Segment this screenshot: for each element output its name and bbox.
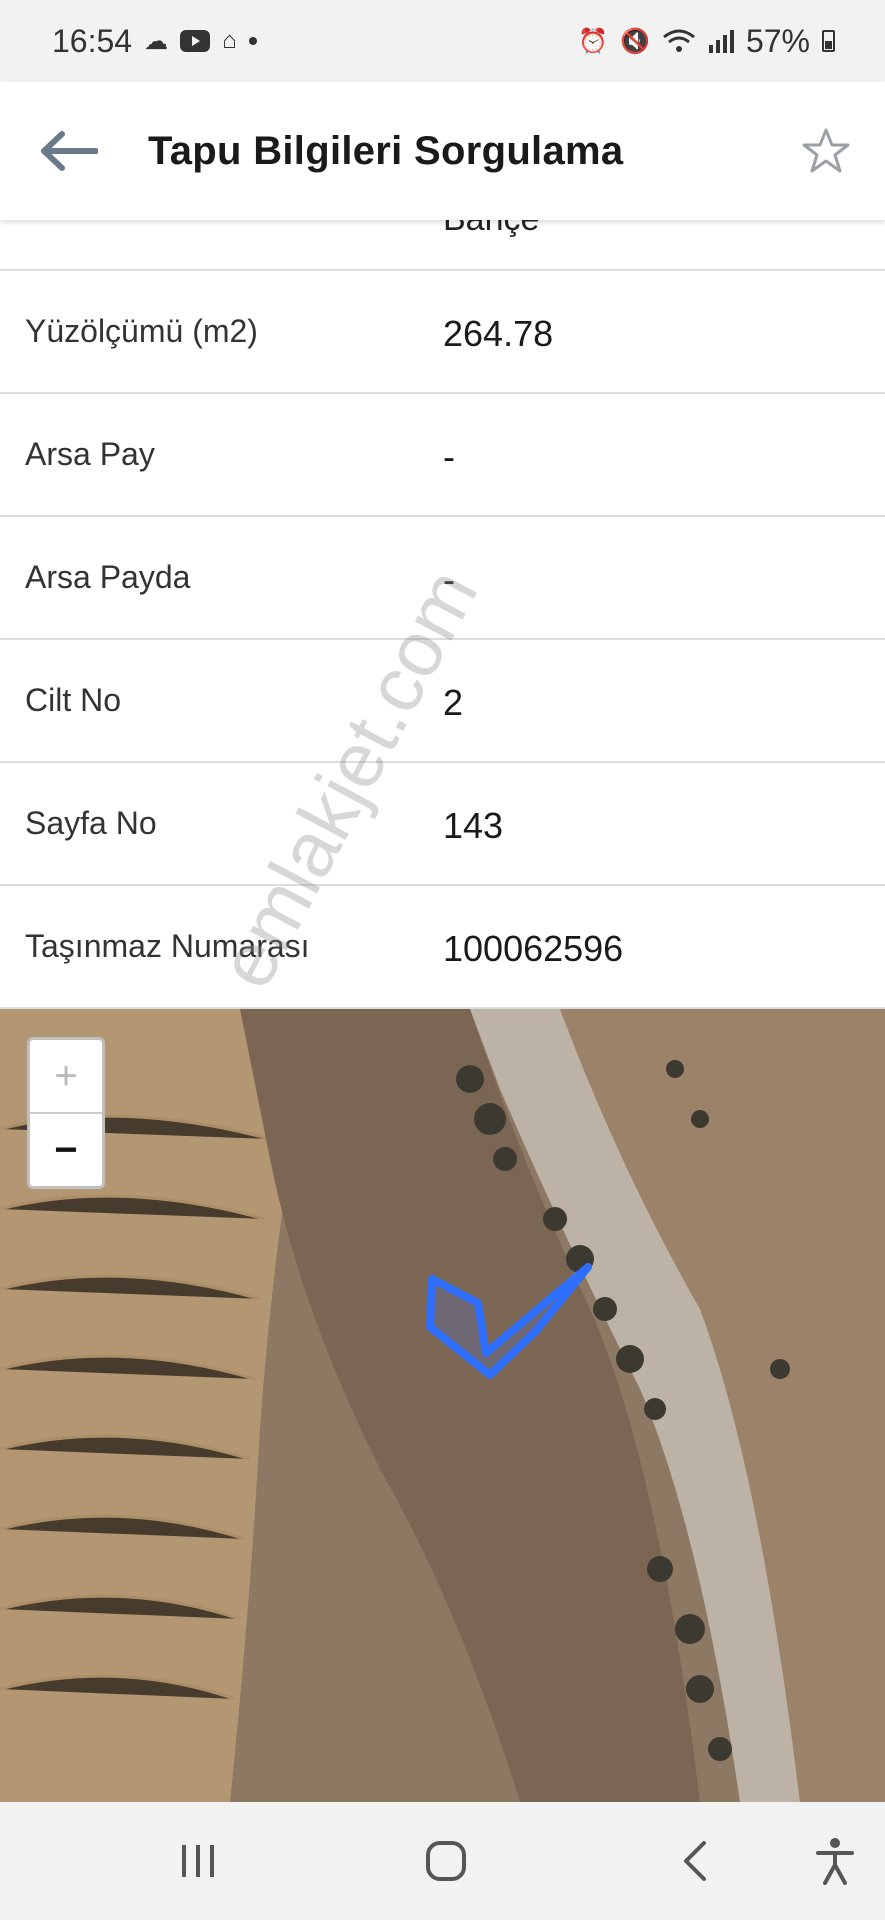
wifi-icon: [663, 29, 695, 52]
status-right: ⏰ 🔇 57%: [578, 23, 835, 60]
row-label: Cilt No: [25, 682, 122, 718]
status-left: 16:54 ☁ ⌂: [52, 23, 257, 60]
row-page-no: Sayfa No 143: [0, 763, 885, 886]
star-outline-icon: [802, 128, 850, 173]
row-area: Yüzölçümü (m2) 264.78: [0, 271, 885, 394]
youtube-icon: [180, 30, 211, 52]
alarm-icon: ⏰: [578, 27, 609, 55]
status-time: 16:54: [52, 22, 133, 59]
satellite-map[interactable]: + −: [0, 1009, 885, 1802]
zoom-out-button[interactable]: −: [30, 1114, 102, 1186]
favorite-button[interactable]: [791, 116, 861, 186]
nav-back-button[interactable]: [655, 1821, 735, 1901]
row-property-number: Taşınmaz Numarası 100062596: [0, 886, 885, 1009]
cloud-icon: ☁: [144, 27, 169, 55]
partial-row: Bahçe: [0, 220, 885, 271]
row-land-share: Arsa Pay -: [0, 394, 885, 517]
row-value: 264.78: [443, 313, 554, 354]
row-label: Yüzölçümü (m2): [25, 313, 258, 349]
mute-icon: 🔇: [620, 27, 650, 55]
partial-row-value: Bahçe: [443, 220, 539, 239]
recent-apps-icon: [182, 1845, 214, 1877]
back-button[interactable]: [34, 116, 104, 186]
more-notifications-dot: [248, 37, 257, 45]
home-button[interactable]: [406, 1821, 486, 1901]
page-title: Tapu Bilgileri Sorgulama: [148, 128, 624, 173]
accessibility-icon: [816, 1838, 854, 1885]
app-bar: Tapu Bilgileri Sorgulama: [0, 82, 885, 220]
row-value: -: [443, 436, 455, 477]
arrow-left-icon: [41, 131, 98, 171]
notification-icon: ⌂: [222, 27, 237, 54]
row-label: Sayfa No: [25, 805, 157, 841]
battery-text: 57%: [745, 22, 810, 59]
accessibility-button[interactable]: [795, 1821, 875, 1901]
system-nav-bar: [0, 1802, 885, 1920]
row-value: 143: [443, 805, 504, 846]
zoom-in-button[interactable]: +: [30, 1040, 102, 1114]
row-label: Arsa Pay: [25, 436, 155, 472]
status-bar: 16:54 ☁ ⌂ ⏰ 🔇 57%: [0, 0, 885, 82]
battery-icon: [822, 30, 835, 52]
back-icon: [684, 1841, 706, 1881]
satellite-imagery: [0, 1009, 885, 1802]
signal-icon: [708, 30, 734, 53]
recent-apps-button[interactable]: [158, 1821, 238, 1901]
row-label: Arsa Payda: [25, 559, 191, 595]
home-icon: [426, 1841, 466, 1881]
zoom-control: + −: [27, 1037, 105, 1189]
row-value: 100062596: [443, 928, 624, 969]
